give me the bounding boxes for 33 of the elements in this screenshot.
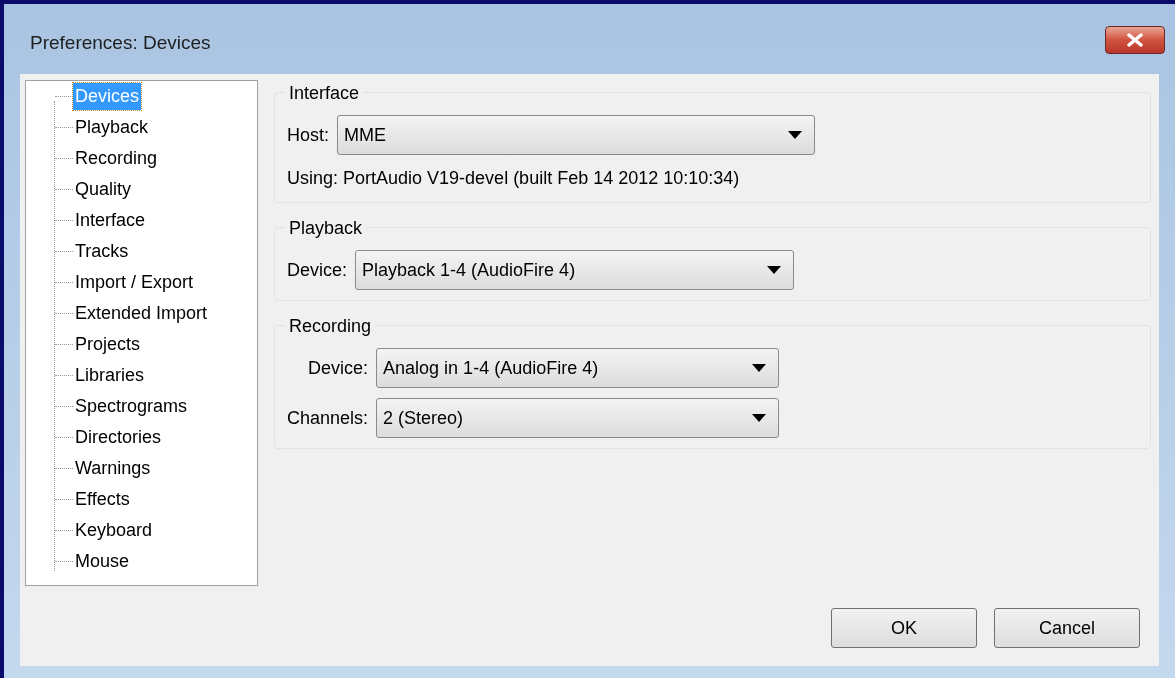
tree-item[interactable]: Libraries — [73, 362, 147, 389]
tree-item[interactable]: Playback — [73, 114, 151, 141]
tree-item[interactable]: Projects — [73, 331, 143, 358]
tree-item[interactable]: Tracks — [73, 238, 131, 265]
tree-item[interactable]: Recording — [73, 145, 160, 172]
field-label: Host: — [287, 123, 329, 147]
field-label: Device: — [307, 356, 369, 380]
field-label: Device: — [287, 258, 348, 282]
tree-item[interactable]: Keyboard — [73, 517, 155, 544]
tree-item[interactable]: Interface — [73, 207, 148, 234]
dialog-button[interactable]: Cancel — [994, 608, 1140, 648]
field-label: Channels: — [287, 406, 369, 430]
tree-item[interactable]: Warnings — [73, 455, 153, 482]
tree-item[interactable]: Effects — [73, 486, 132, 513]
caret-icon — [767, 266, 782, 274]
info-text: Using: PortAudio V19-devel (built Feb 14 2012 10:10:34) — [287, 167, 741, 190]
close-icon — [1126, 33, 1144, 47]
tree-item[interactable]: Extended Import — [73, 300, 210, 327]
tree-item[interactable]: Directories — [73, 424, 164, 451]
dropdown[interactable]: Playback 1-4 (AudioFire 4) — [355, 250, 795, 290]
window-title: Preferences: Devices — [29, 30, 211, 55]
dropdown[interactable]: MME — [337, 115, 815, 155]
caret-icon — [752, 364, 767, 372]
caret-icon — [788, 131, 802, 139]
close-button[interactable] — [1105, 26, 1165, 54]
dialog-button[interactable]: OK — [831, 608, 977, 648]
dropdown[interactable]: Analog in 1-4 (AudioFire 4) — [376, 348, 780, 388]
tree-item[interactable]: Import / Export — [73, 269, 196, 296]
caret-icon — [752, 414, 767, 422]
tree-item[interactable]: Quality — [73, 176, 134, 203]
tree-item[interactable]: Mouse — [73, 548, 132, 575]
tree-item[interactable]: Spectrograms — [73, 393, 190, 420]
dropdown[interactable]: 2 (Stereo) — [376, 398, 780, 438]
